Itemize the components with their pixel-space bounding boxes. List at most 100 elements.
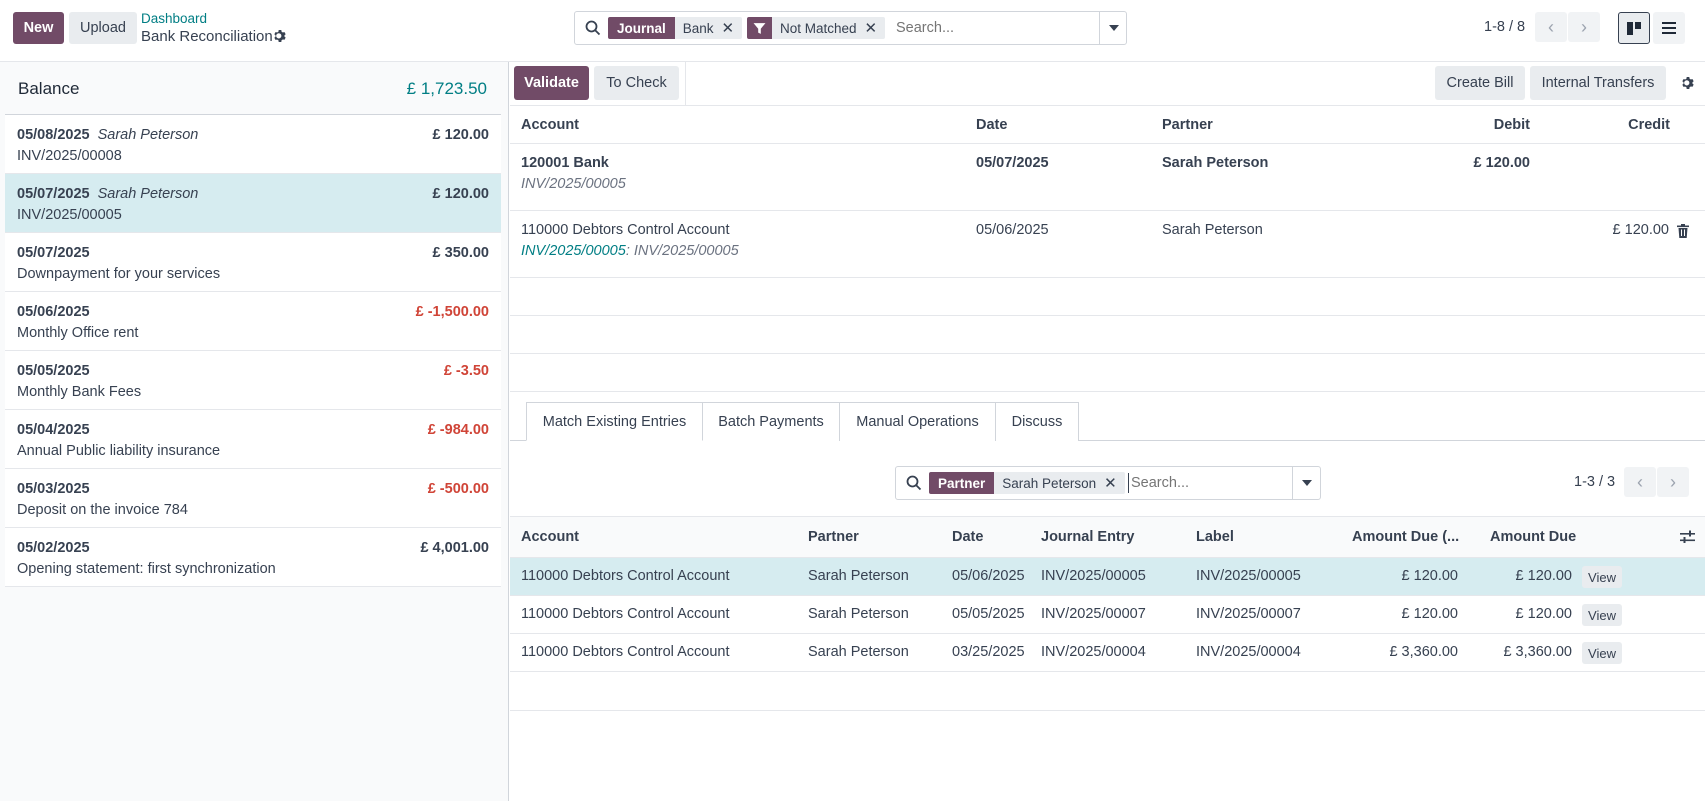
upload-button[interactable]: Upload — [69, 12, 137, 44]
search-bar[interactable]: Journal Bank ✕ Not Matched ✕ — [574, 11, 1127, 45]
statement-partner: Sarah Peterson — [97, 127, 199, 143]
row-journal-entry: INV/2025/00007 — [1041, 606, 1146, 622]
new-button[interactable]: New — [13, 12, 64, 44]
chevron-right-icon: › — [1670, 471, 1676, 492]
statement-line[interactable]: 05/02/2025 Opening statement: first synch… — [5, 528, 501, 587]
chevron-right-icon: › — [1581, 16, 1587, 37]
tab-manual-operations[interactable]: Manual Operations — [839, 402, 996, 441]
statement-line[interactable]: 05/08/2025 Sarah Peterson INV/2025/00008 £ … — [5, 115, 501, 174]
caret-down-icon — [1108, 25, 1119, 31]
statement-line[interactable]: 05/07/2025 Downpayment for your services £… — [5, 233, 501, 292]
col-date[interactable]: Date — [952, 529, 983, 545]
statement-date: 05/02/2025 — [17, 540, 90, 556]
close-icon[interactable]: ✕ — [722, 19, 735, 37]
statement-amount: £ 120.00 — [432, 186, 489, 202]
row-journal-entry: INV/2025/00004 — [1041, 644, 1146, 660]
page-title: Bank Reconciliation — [141, 28, 273, 45]
match-search-input[interactable] — [1128, 473, 1278, 493]
invoice-link[interactable]: INV/2025/00005 — [521, 243, 626, 259]
statement-date: 05/07/2025 Sarah Peterson — [17, 186, 199, 202]
statement-amount: £ 120.00 — [432, 127, 489, 143]
statement-label: INV/2025/00008 — [17, 148, 122, 164]
optional-columns-icon[interactable] — [1680, 530, 1695, 544]
match-pager-value[interactable]: 1-3 / 3 — [1574, 474, 1615, 490]
close-icon[interactable]: ✕ — [1104, 474, 1117, 492]
table-row[interactable]: 110000 Debtors Control Account Sarah Pete… — [510, 634, 1705, 672]
statement-line[interactable]: 05/07/2025 Sarah Peterson INV/2025/00005 £ … — [5, 174, 501, 233]
tab-discuss[interactable]: Discuss — [995, 402, 1079, 441]
row-label: INV/2025/00007 — [1196, 606, 1301, 622]
line-date: 05/07/2025 — [976, 155, 1049, 171]
facet-value: Bank — [682, 20, 714, 36]
line-account[interactable]: 110000 Debtors Control Account — [521, 222, 730, 238]
col-date: Date — [976, 117, 1008, 133]
pager-next-button[interactable]: › — [1568, 12, 1600, 42]
row-date: 05/06/2025 — [952, 568, 1025, 584]
validate-button[interactable]: Validate — [514, 66, 589, 100]
statement-label: Monthly Bank Fees — [17, 384, 142, 400]
col-amount-due-currency[interactable]: Amount Due (... — [1352, 529, 1459, 545]
facet-partner: Partner Sarah Peterson ✕ — [929, 472, 1125, 494]
statement-line[interactable]: 05/04/2025 Annual Public liability insura… — [5, 410, 501, 469]
line-date: 05/06/2025 — [976, 222, 1049, 238]
row-journal-entry: INV/2025/00005 — [1041, 568, 1146, 584]
chevron-left-icon: ‹ — [1637, 471, 1643, 492]
pager-value[interactable]: 1-8 / 8 — [1484, 19, 1525, 35]
breadcrumb-dashboard[interactable]: Dashboard — [141, 11, 207, 26]
statement-label: Downpayment for your services — [17, 266, 221, 282]
row-amount-due-currency: £ 120.00 — [1401, 606, 1458, 622]
line-ref: INV/2025/00005 — [633, 243, 739, 259]
kanban-view-button[interactable] — [1618, 12, 1650, 44]
match-search-bar[interactable]: Partner Sarah Peterson ✕ — [895, 466, 1321, 500]
search-options-toggle[interactable] — [1099, 12, 1127, 44]
statement-line[interactable]: 05/03/2025 Deposit on the invoice 784 £ -5… — [5, 469, 501, 528]
search-input[interactable] — [896, 18, 1076, 38]
match-pager-next-button[interactable]: › — [1657, 467, 1689, 497]
statement-line[interactable]: 05/05/2025 Monthly Bank Fees £ -3.50 — [5, 351, 501, 410]
gear-icon[interactable] — [273, 29, 287, 43]
list-icon — [1662, 22, 1676, 34]
trash-icon[interactable] — [1677, 224, 1689, 238]
view-button[interactable]: View — [1582, 566, 1622, 588]
statement-label: Monthly Office rent — [17, 325, 139, 341]
view-button[interactable]: View — [1582, 642, 1622, 664]
internal-transfers-button[interactable]: Internal Transfers — [1530, 66, 1666, 100]
col-account[interactable]: Account — [521, 529, 579, 545]
row-account: 110000 Debtors Control Account — [521, 568, 730, 584]
col-journal-entry[interactable]: Journal Entry — [1041, 529, 1134, 545]
close-icon[interactable]: ✕ — [865, 19, 878, 37]
statement-amount: £ -1,500.00 — [415, 304, 489, 320]
tab-match-existing-entries[interactable]: Match Existing Entries — [526, 402, 703, 441]
gear-icon[interactable] — [1681, 76, 1695, 90]
search-icon — [585, 20, 601, 36]
row-date: 05/05/2025 — [952, 606, 1025, 622]
create-bill-button[interactable]: Create Bill — [1435, 66, 1525, 100]
statement-partner: Sarah Peterson — [97, 186, 199, 202]
table-row[interactable]: 110000 Debtors Control Account Sarah Pete… — [510, 596, 1705, 634]
col-partner[interactable]: Partner — [808, 529, 859, 545]
view-button[interactable]: View — [1582, 604, 1622, 626]
divider — [685, 62, 686, 106]
line-account[interactable]: 120001 Bank — [521, 155, 609, 171]
match-search-options-toggle[interactable] — [1292, 467, 1321, 499]
line-label: INV/2025/00005: INV/2025/00005 — [521, 243, 739, 259]
pager-previous-button[interactable]: ‹ — [1535, 12, 1567, 42]
match-pager-previous-button[interactable]: ‹ — [1624, 467, 1656, 497]
row-partner: Sarah Peterson — [808, 644, 909, 660]
statement-amount: £ -500.00 — [427, 481, 489, 497]
row-amount-due-currency: £ 120.00 — [1401, 568, 1458, 584]
col-credit: Credit — [1628, 117, 1670, 133]
to-check-button[interactable]: To Check — [594, 66, 679, 100]
search-icon — [906, 475, 922, 491]
chevron-left-icon: ‹ — [1548, 16, 1554, 37]
col-amount-due[interactable]: Amount Due — [1490, 529, 1576, 545]
table-row[interactable]: 110000 Debtors Control Account Sarah Pete… — [510, 558, 1705, 596]
statement-line[interactable]: 05/06/2025 Monthly Office rent £ -1,500.00 — [5, 292, 501, 351]
col-partner: Partner — [1162, 117, 1213, 133]
tab-batch-payments[interactable]: Batch Payments — [702, 402, 840, 441]
kanban-icon — [1627, 21, 1641, 35]
balance-amount: £ 1,723.50 — [406, 79, 487, 98]
col-label[interactable]: Label — [1196, 529, 1234, 545]
list-view-button[interactable] — [1653, 12, 1685, 44]
facet-key: Journal — [608, 17, 675, 39]
